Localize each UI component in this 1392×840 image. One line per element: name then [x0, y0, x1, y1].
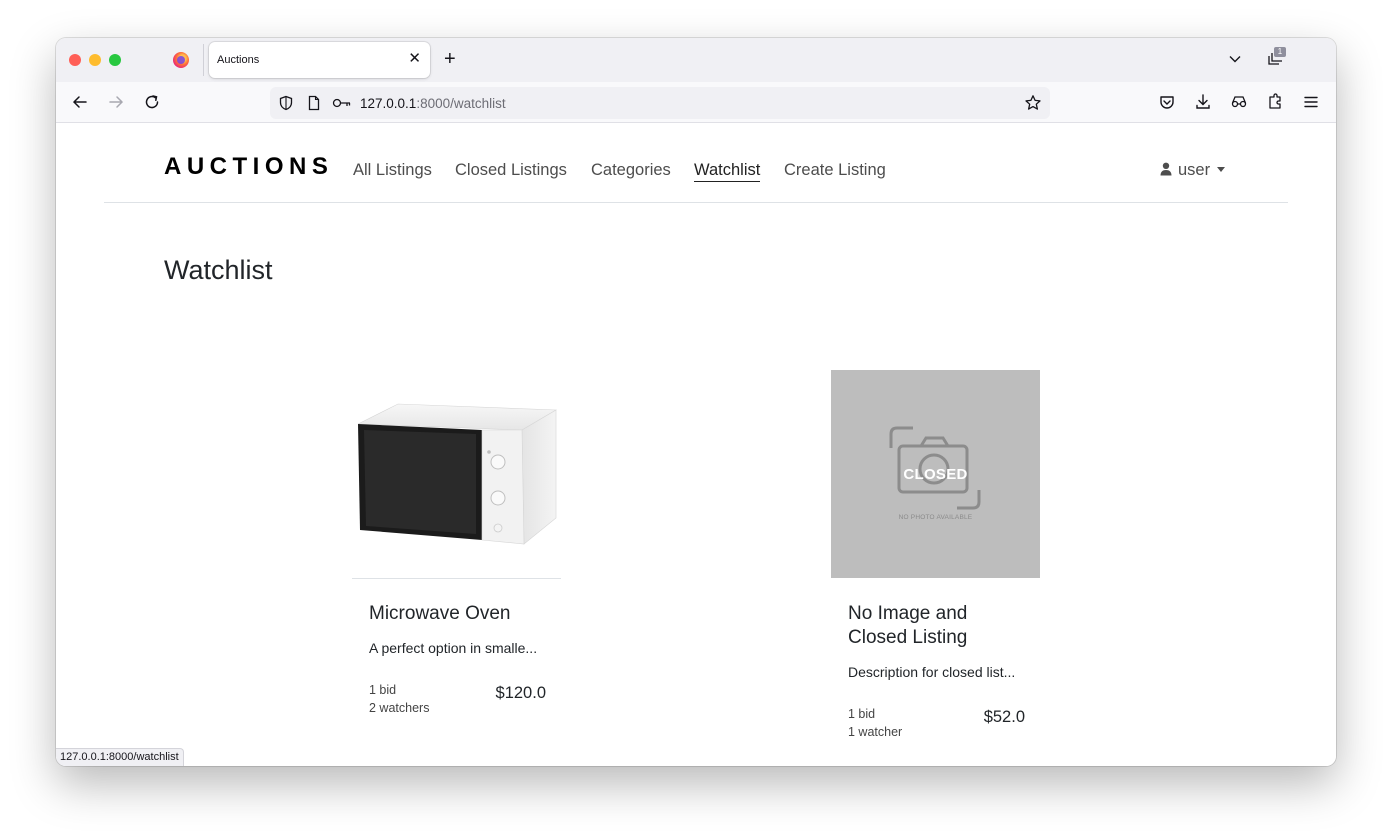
close-tab-icon[interactable]: ✕	[408, 50, 421, 68]
new-tab-icon[interactable]: +	[444, 48, 456, 70]
nav-categories[interactable]: Categories	[591, 161, 671, 180]
tab-title: Auctions	[217, 54, 260, 66]
pocket-icon[interactable]	[1158, 93, 1176, 111]
no-photo-text: NO PHOTO AVAILABLE	[898, 514, 973, 521]
tab-count-badge: 1	[1274, 47, 1286, 57]
user-icon	[1160, 162, 1172, 176]
extensions-icon[interactable]	[1266, 93, 1284, 111]
listing-card[interactable]: CLOSED NO PHOTO AVAILABLE No Image and C…	[831, 370, 1040, 750]
minimize-window-button[interactable]	[89, 54, 101, 66]
listing-stats: 1 bid 1 watcher	[848, 705, 902, 741]
listing-price: $120.0	[495, 684, 546, 702]
firefox-icon[interactable]	[173, 52, 189, 68]
zoom-window-button[interactable]	[109, 54, 121, 66]
private-mask-icon[interactable]	[1230, 93, 1248, 111]
listing-title[interactable]: Microwave Oven	[369, 602, 549, 626]
chevron-down-icon[interactable]	[1228, 52, 1242, 66]
shield-icon[interactable]	[278, 95, 294, 111]
user-label: user	[1178, 161, 1211, 179]
page-content: AUCTIONS All Listings Closed Listings Ca…	[56, 123, 1336, 766]
close-window-button[interactable]	[69, 54, 81, 66]
watcher-count: 1 watcher	[848, 725, 903, 739]
page-icon[interactable]	[306, 95, 322, 111]
back-arrow-icon[interactable]	[71, 93, 89, 111]
listing-image-microwave[interactable]	[352, 370, 561, 578]
listing-price: $52.0	[983, 708, 1025, 726]
card-divider	[352, 578, 561, 579]
listing-title[interactable]: No Image and Closed Listing	[848, 602, 1028, 650]
listing-stats: 1 bid 2 watchers	[369, 681, 429, 717]
tab-auctions[interactable]: Auctions ✕	[209, 42, 430, 78]
status-url-tooltip: 127.0.0.1:8000/watchlist	[56, 748, 184, 766]
url-path: :8000/watchlist	[416, 96, 506, 111]
watcher-count: 2 watchers	[369, 701, 430, 715]
bid-count: 1 bid	[369, 683, 397, 697]
closed-label: CLOSED	[903, 466, 968, 483]
download-icon[interactable]	[1194, 93, 1212, 111]
nav-closed-listings[interactable]: Closed Listings	[455, 161, 567, 180]
caret-down-icon	[1217, 167, 1226, 172]
reload-icon[interactable]	[143, 93, 161, 111]
site-brand[interactable]: AUCTIONS	[164, 153, 333, 181]
forward-arrow-icon[interactable]	[107, 93, 125, 111]
browser-window: Auctions ✕ + 1 127.0.0.1:8000/watchlist …	[56, 38, 1336, 766]
nav-create-listing[interactable]: Create Listing	[784, 161, 886, 180]
tab-counter-button[interactable]: 1	[1266, 47, 1288, 69]
listing-description: A perfect option in smalle...	[369, 640, 538, 656]
header-divider	[104, 202, 1288, 203]
nav-all-listings[interactable]: All Listings	[353, 161, 432, 180]
url-host: 127.0.0.1	[360, 96, 417, 111]
tab-separator	[203, 44, 204, 76]
star-icon[interactable]	[1024, 94, 1042, 112]
listing-card[interactable]: Microwave Oven A perfect option in small…	[352, 370, 561, 730]
key-icon[interactable]	[332, 95, 352, 111]
page-title: Watchlist	[164, 255, 273, 285]
bid-count: 1 bid	[848, 707, 876, 721]
microwave-image	[357, 403, 558, 545]
url-text[interactable]: 127.0.0.1:8000/watchlist	[360, 96, 506, 111]
tab-strip: Auctions ✕ + 1	[56, 38, 1336, 82]
listing-description: Description for closed list...	[848, 664, 1016, 680]
user-menu[interactable]: user	[1160, 161, 1226, 180]
listing-image-placeholder[interactable]: CLOSED NO PHOTO AVAILABLE	[831, 370, 1040, 578]
nav-watchlist[interactable]: Watchlist	[694, 161, 761, 182]
nav-toolbar: 127.0.0.1:8000/watchlist	[56, 82, 1336, 123]
hamburger-menu-icon[interactable]	[1302, 93, 1320, 111]
url-bar[interactable]: 127.0.0.1:8000/watchlist	[270, 87, 1050, 119]
